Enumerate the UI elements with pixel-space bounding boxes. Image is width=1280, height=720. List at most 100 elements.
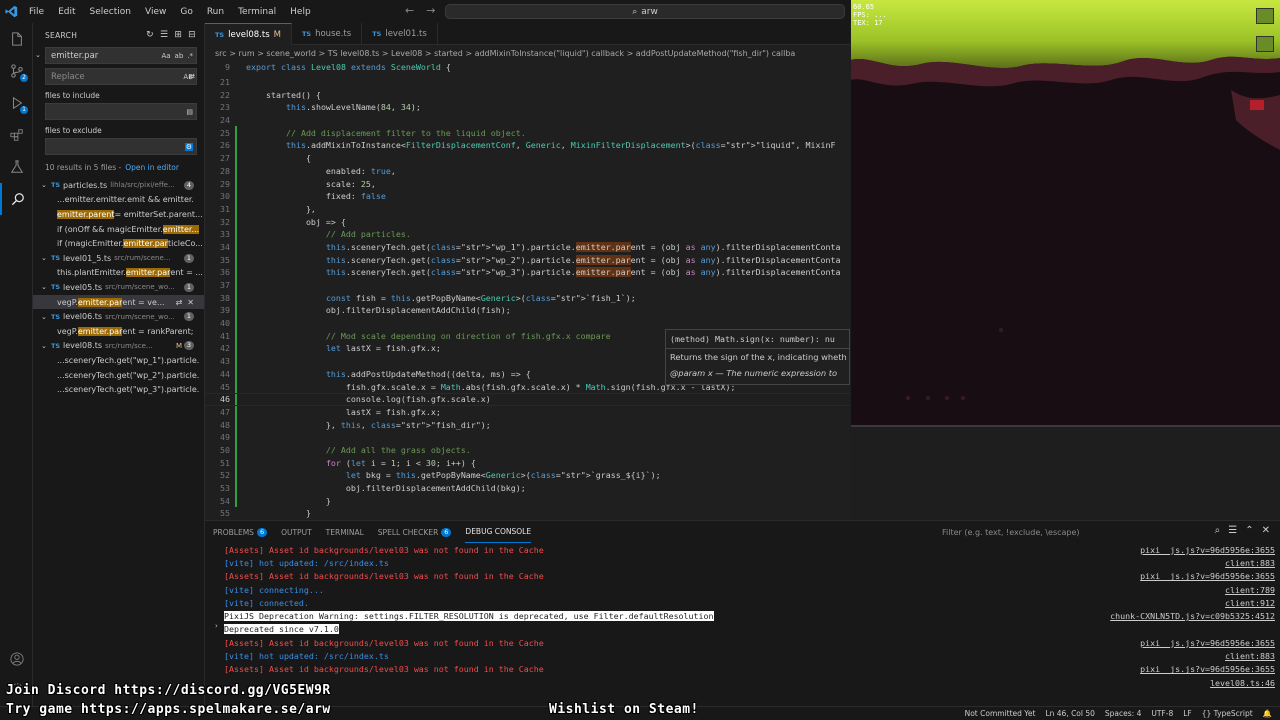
code-line[interactable]: 24 [205,114,850,127]
tab-house-ts[interactable]: TS house.ts [292,23,363,45]
run-debug-icon[interactable]: 1 [0,87,33,119]
chevron-down-icon[interactable]: ⌄ [41,181,51,189]
code-line[interactable]: 35 this.sceneryTech.get(class="str">"wp_… [205,253,850,266]
code-line[interactable]: 46 console.log(fish.gfx.scale.x) [205,392,850,406]
panel-tab-terminal[interactable]: TERMINAL [326,521,364,543]
console-source-link[interactable]: pixi__js.js?v=96d5956e:3655 [1140,545,1275,555]
code-line[interactable]: 22 started() { [205,88,850,101]
result-match[interactable]: vegP. emitter.par ent = ve... ⇄ ✕ [33,294,204,310]
code-line[interactable]: 32 obj => { [205,215,850,228]
panel-tab-problems[interactable]: PROBLEMS 6 [213,521,268,543]
result-file[interactable]: ⌄ TS level05.ts src/rum/scene_wo... 1 [33,280,204,295]
panel-tab-spell-checker[interactable]: SPELL CHECKER 6 [378,521,452,543]
hud-list-icon[interactable] [1256,36,1274,52]
book-icon[interactable]: ▤ [186,108,193,116]
clear-results-icon[interactable]: ☰ [160,30,168,40]
menu-help[interactable]: Help [283,7,318,17]
code-line[interactable]: 9 export class Level08 extends SceneWorld… [205,61,850,74]
code-line[interactable]: 23 this.showLevelName(84, 34); [205,101,850,114]
code-line[interactable]: 50 // Add all the grass objects. [205,443,850,457]
chevron-down-icon[interactable]: ⌄ [41,342,51,350]
commit-status[interactable]: Not Committed Yet [965,709,1036,718]
menu-file[interactable]: File [22,7,51,17]
encoding[interactable]: UTF-8 [1151,709,1173,718]
chevron-down-icon[interactable]: ⌄ [41,313,51,321]
console-source-link[interactable]: client:883 [1225,651,1275,661]
replace-icon[interactable]: ⇄ [176,298,183,307]
code-line[interactable]: 27 { [205,151,850,165]
menu-terminal[interactable]: Terminal [231,7,283,17]
match-case-icon[interactable]: Aa [161,52,170,60]
expand-chevron-icon[interactable]: › [215,622,218,630]
code-line[interactable]: 47 lastX = fish.gfx.x; [205,405,850,419]
search-view-icon[interactable] [0,183,33,215]
notifications-bell-icon[interactable]: 🔔 [1263,709,1272,718]
filter-search-icon[interactable]: ⌕ [1215,525,1221,536]
maximize-panel-icon[interactable]: ⌃ [1245,525,1253,536]
code-line[interactable]: 25 // Add displacement filter to the liq… [205,126,850,140]
regex-icon[interactable]: .* [187,52,193,60]
code-line[interactable]: 54 } [205,494,850,508]
code-line[interactable]: 39 obj.filterDisplacementAddChild(fish); [205,304,850,317]
result-match[interactable]: emitter.parent = emitterSet.parent... [33,207,204,222]
code-line[interactable]: 30 fixed: false [205,189,850,203]
hud-menu-icon[interactable] [1256,8,1274,24]
code-line[interactable]: 33 // Add particles. [205,227,850,241]
command-center[interactable]: ⌕ arw [445,4,845,19]
console-source-link[interactable]: client:912 [1225,598,1275,608]
line-endings[interactable]: LF [1183,709,1192,718]
open-in-editor-link[interactable]: Open in editor [125,163,179,172]
code-line[interactable]: 21 [205,76,850,89]
dismiss-icon[interactable]: ✕ [187,298,194,307]
code-line[interactable]: 37 [205,278,850,292]
code-line[interactable]: 26 this.addMixinToInstance<FilterDisplac… [205,139,850,152]
code-line[interactable]: 29 scale: 25, [205,177,850,190]
code-editor[interactable]: 9 export class Level08 extends SceneWorld… [205,61,850,520]
replace-input[interactable]: Replace AB [45,68,197,85]
code-line[interactable]: 36 this.sceneryTech.get(class="str">"wp_… [205,266,850,279]
result-file[interactable]: ⌄ TS level06.ts src/rum/scene_wo... 1 [33,309,204,324]
code-line[interactable]: 34 this.sceneryTech.get(class="str">"wp_… [205,240,850,254]
result-match[interactable]: ...emitter.emitter.emit && emitter. [33,193,204,208]
result-match[interactable]: if (onOff && magicEmitter. emitter... [33,222,204,237]
forward-arrow-icon[interactable]: → [426,4,435,17]
code-line[interactable]: 52 let bkg = this.getPopByName<Generic>(… [205,469,850,482]
menu-run[interactable]: Run [200,7,231,17]
result-match[interactable]: ...sceneryTech.get("wp_3").particle. [33,382,204,397]
code-line[interactable]: 49 [205,430,850,444]
game-preview[interactable]: 60.65 FPS: ... TEX: 17 [851,0,1280,427]
include-input[interactable]: ▤ [45,103,197,120]
console-source-link[interactable]: pixi__js.js?v=96d5956e:3655 [1140,571,1275,581]
chevron-down-icon[interactable]: ⌄ [41,283,51,291]
indentation[interactable]: Spaces: 4 [1105,709,1141,718]
tab-level08-ts[interactable]: TS level08.ts M [205,23,292,45]
panel-tab-debug-console[interactable]: DEBUG CONSOLE [465,521,532,543]
result-file[interactable]: ⌄ TS particles.ts lihla/src/pixi/effe... 4 [33,178,204,193]
result-match[interactable]: vegP. emitter.par ent = rankParent; [33,324,204,339]
refresh-icon[interactable]: ↻ [146,30,154,40]
close-panel-icon[interactable]: ✕ [1262,525,1270,536]
source-control-icon[interactable]: 2 [0,55,33,87]
exclude-input[interactable]: ⚙ [45,138,197,155]
console-filter-input[interactable]: Filter (e.g. text, !exclude, \escape) [938,524,1208,540]
code-line[interactable]: 31 }, [205,202,850,216]
toggle-replace-chevron-icon[interactable]: ⌄ [35,51,41,59]
cursor-position[interactable]: Ln 46, Col 50 [1045,709,1094,718]
code-line[interactable]: 53 obj.filterDisplacementAddChild(bkg); [205,481,850,495]
code-line[interactable]: 51 for (let i = 1; i < 30; i++) { [205,456,850,469]
chevron-down-icon[interactable]: ⌄ [41,254,51,262]
extensions-icon[interactable] [0,119,33,151]
new-search-editor-icon[interactable]: ⊞ [174,30,182,40]
testing-icon[interactable] [0,151,33,183]
console-source-link[interactable]: level08.ts:46 [1210,678,1275,688]
console-source-link[interactable]: client:883 [1225,558,1275,568]
whole-word-icon[interactable]: ab [175,52,184,60]
tab-level01-ts[interactable]: TS level01.ts [362,23,438,45]
result-match[interactable]: ...sceneryTech.get("wp_1").particle. [33,353,204,368]
code-line[interactable]: 55 } [205,507,850,520]
console-source-link[interactable]: pixi__js.js?v=96d5956e:3655 [1140,664,1275,674]
account-icon[interactable] [0,643,33,675]
breadcrumb[interactable]: src > rum > scene_world > TS level08.ts … [205,45,850,61]
result-match[interactable]: this.plantEmitter. emitter.par ent = ... [33,266,204,281]
result-file[interactable]: ⌄ TS level01_5.ts src/rum/scene... 1 [33,251,204,266]
